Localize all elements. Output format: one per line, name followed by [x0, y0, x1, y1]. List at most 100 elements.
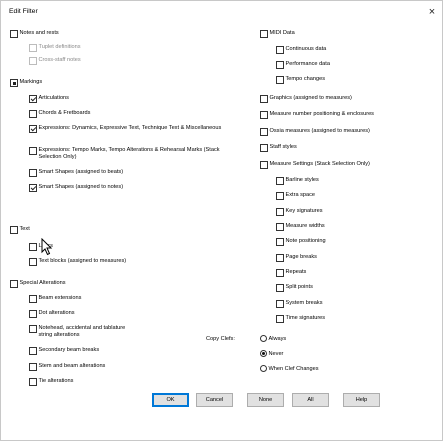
key-signatures-checkbox[interactable]: Key signatures [276, 208, 323, 216]
smart-shapes-beats-checkbox[interactable]: Smart Shapes (assigned to beats) [29, 169, 123, 177]
cancel-button[interactable]: Cancel [196, 393, 233, 407]
checkbox-box[interactable] [260, 128, 268, 136]
measure-number-checkbox[interactable]: Measure number positioning & enclosures [260, 111, 374, 119]
midi-data-checkbox[interactable]: MIDI Data [260, 30, 295, 38]
checkbox-box[interactable] [276, 300, 284, 308]
page-breaks-checkbox[interactable]: Page breaks [276, 254, 317, 262]
special-alterations-checkbox[interactable]: Special Alterations [10, 280, 66, 288]
radio-dot[interactable] [260, 335, 267, 342]
markings-checkbox[interactable]: Markings [10, 79, 42, 87]
measure-widths-checkbox[interactable]: Measure widths [276, 223, 325, 231]
measure-settings-checkbox[interactable]: Measure Settings (Stack Selection Only) [260, 161, 370, 169]
checkbox-box[interactable] [260, 161, 268, 169]
checkbox-box[interactable] [10, 280, 18, 288]
chords-fretboards-checkbox[interactable]: Chords & Fretboards [29, 110, 90, 118]
notehead-alterations-checkbox[interactable]: Notehead, accidental and tablature strin… [29, 325, 129, 338]
notes-and-rests-checkbox[interactable]: Notes and rests [10, 30, 59, 38]
copy-clefs-when-changes-radio[interactable]: When Clef Changes [260, 365, 319, 372]
stem-beam-alterations-checkbox[interactable]: Stem and beam alterations [29, 363, 105, 371]
checkbox-label: Text [19, 226, 30, 232]
smart-shapes-notes-checkbox[interactable]: Smart Shapes (assigned to notes) [29, 184, 123, 192]
text-blocks-checkbox[interactable]: Text blocks (assigned to measures) [29, 258, 126, 266]
checkbox-box[interactable] [276, 208, 284, 216]
checkbox-box[interactable] [29, 295, 37, 303]
checkbox-box[interactable] [29, 147, 37, 155]
checkbox-label: Tuplet definitions [38, 44, 81, 50]
mouse-pointer-icon [41, 238, 53, 256]
close-icon[interactable]: × [424, 4, 440, 20]
checkbox-box[interactable] [29, 169, 37, 177]
checkbox-box[interactable] [276, 177, 284, 185]
tie-alterations-checkbox[interactable]: Tie alterations [29, 378, 73, 386]
dot-alterations-checkbox[interactable]: Dot alterations [29, 310, 75, 318]
edit-filter-dialog: Edit Filter × Notes and rests Tuplet def… [0, 0, 443, 441]
barline-styles-checkbox[interactable]: Barline styles [276, 177, 319, 185]
checkbox-label: Chords & Fretboards [38, 110, 91, 116]
checkbox-box[interactable] [260, 95, 268, 103]
checkbox-box[interactable] [276, 61, 284, 69]
expressions-tempo-checkbox[interactable]: Expressions: Tempo Marks, Tempo Alterati… [29, 147, 229, 160]
checkbox-box[interactable] [10, 226, 18, 234]
radio-dot[interactable] [260, 365, 267, 372]
checkbox-box[interactable] [276, 238, 284, 246]
none-button[interactable]: None [247, 393, 284, 407]
expressions-dynamics-checkbox[interactable]: Expressions: Dynamics, Expressive Text, … [29, 125, 227, 133]
checkbox-label: Staff styles [269, 144, 297, 150]
ossia-measures-checkbox[interactable]: Ossia measures (assigned to measures) [260, 128, 370, 136]
checkbox-box[interactable] [29, 347, 37, 355]
copy-clefs-always-radio[interactable]: Always [260, 335, 286, 342]
time-signatures-checkbox[interactable]: Time signatures [276, 315, 325, 323]
checkbox-box[interactable] [10, 79, 18, 87]
checkbox-box[interactable] [276, 223, 284, 231]
checkbox-box[interactable] [29, 110, 37, 118]
checkbox-box[interactable] [276, 315, 284, 323]
checkbox-label: Text blocks (assigned to measures) [38, 258, 127, 264]
radio-dot[interactable] [260, 350, 267, 357]
checkbox-box[interactable] [29, 258, 37, 266]
checkbox-label: Extra space [285, 192, 316, 198]
ok-button[interactable]: OK [152, 393, 189, 407]
all-button[interactable]: All [292, 393, 329, 407]
checkbox-box[interactable] [29, 378, 37, 386]
checkbox-box[interactable] [29, 325, 37, 333]
copy-clefs-label: Copy Clefs: [206, 336, 235, 342]
system-breaks-checkbox[interactable]: System breaks [276, 300, 323, 308]
checkbox-box[interactable] [29, 125, 37, 133]
checkbox-box[interactable] [29, 363, 37, 371]
checkbox-box[interactable] [260, 30, 268, 38]
checkbox-box[interactable] [260, 144, 268, 152]
checkbox-box[interactable] [29, 243, 37, 251]
checkbox-box[interactable] [276, 76, 284, 84]
checkbox-box[interactable] [276, 284, 284, 292]
extra-space-checkbox[interactable]: Extra space [276, 192, 315, 200]
checkbox-box[interactable] [276, 269, 284, 277]
title-bar: Edit Filter × [1, 1, 442, 25]
checkbox-box[interactable] [276, 192, 284, 200]
staff-styles-checkbox[interactable]: Staff styles [260, 144, 297, 152]
help-button[interactable]: Help [343, 393, 380, 407]
checkbox-box[interactable] [10, 30, 18, 38]
checkbox-box[interactable] [29, 310, 37, 318]
checkbox-label: Ossia measures (assigned to measures) [269, 128, 370, 134]
articulations-checkbox[interactable]: Articulations [29, 95, 69, 103]
checkbox-box[interactable] [29, 184, 37, 192]
copy-clefs-never-radio[interactable]: Never [260, 350, 283, 357]
repeats-checkbox[interactable]: Repeats [276, 269, 306, 277]
tempo-changes-checkbox[interactable]: Tempo changes [276, 76, 325, 84]
checkbox-box[interactable] [276, 254, 284, 262]
continuous-data-checkbox[interactable]: Continuous data [276, 46, 326, 54]
note-positioning-checkbox[interactable]: Note positioning [276, 238, 326, 246]
checkbox-label: Expressions: Dynamics, Expressive Text, … [38, 125, 222, 131]
text-checkbox[interactable]: Text [10, 226, 30, 234]
checkbox-label: Measure number positioning & enclosures [269, 111, 374, 117]
checkbox-box [29, 57, 37, 65]
beam-extensions-checkbox[interactable]: Beam extensions [29, 295, 81, 303]
checkbox-box[interactable] [260, 111, 268, 119]
performance-data-checkbox[interactable]: Performance data [276, 61, 330, 69]
graphics-checkbox[interactable]: Graphics (assigned to measures) [260, 95, 352, 103]
checkbox-box[interactable] [29, 95, 37, 103]
secondary-beam-breaks-checkbox[interactable]: Secondary beam breaks [29, 347, 99, 355]
window-title: Edit Filter [9, 8, 38, 15]
split-points-checkbox[interactable]: Split points [276, 284, 313, 292]
checkbox-box[interactable] [276, 46, 284, 54]
